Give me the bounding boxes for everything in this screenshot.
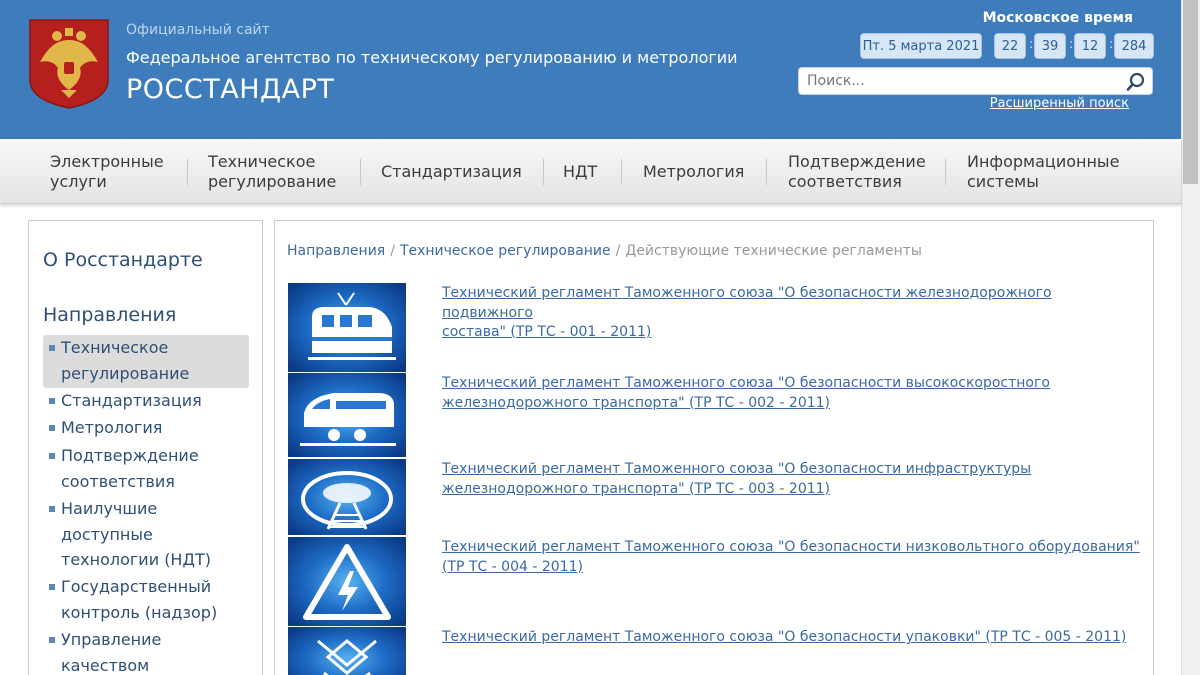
nav-label: соответствия <box>788 171 902 191</box>
regulation-link[interactable]: Технический регламент Таможенного союза … <box>442 460 1142 499</box>
nav-divider <box>187 159 188 185</box>
regulation-link-text: Технический регламент Таможенного союза … <box>442 285 1052 321</box>
regulation-link-text: Технический регламент Таможенного союза … <box>442 539 1140 555</box>
time-minutes: 39 <box>1034 33 1066 59</box>
nav-divider <box>766 159 767 185</box>
regulation-link-text: состава" (ТР ТС - 001 - 2011) <box>442 324 652 340</box>
high-speed-train-icon[interactable] <box>288 373 406 457</box>
bullet-icon <box>49 506 55 512</box>
sidebar-item-label: соответствия <box>61 471 175 491</box>
time-separator: : <box>1029 37 1034 52</box>
nav-divider <box>621 159 622 185</box>
site-label: Официальный сайт <box>126 22 270 38</box>
nav-item-metrology[interactable]: Метрология <box>643 139 744 204</box>
sidebar-item-label: доступные <box>61 524 153 544</box>
package-icon[interactable] <box>288 627 406 675</box>
nav-item-ndt[interactable]: НДТ <box>563 139 597 204</box>
nav-label: системы <box>967 171 1039 191</box>
search-input[interactable] <box>798 67 1153 95</box>
bullet-icon <box>49 398 55 404</box>
sidebar: О Росстандарте Направления Техническое р… <box>28 220 263 675</box>
time-separator: : <box>1109 37 1114 52</box>
sidebar-item-tech-regulation[interactable]: Техническое регулирование <box>43 335 249 388</box>
nav-divider <box>945 159 946 185</box>
bullet-icon <box>49 425 55 431</box>
sidebar-item-label: Стандартизация <box>61 391 202 410</box>
regulation-link[interactable]: Технический регламент Таможенного союза … <box>442 538 1142 577</box>
breadcrumb: Направления / Техническое регулирование / Де… <box>287 243 922 259</box>
time-milliseconds: 284 <box>1114 33 1154 59</box>
sidebar-item-label: Управление <box>61 630 162 649</box>
sidebar-item-state-control[interactable]: Государственный контроль (надзор) <box>43 574 249 625</box>
regulation-link-text: Технический регламент Таможенного союза … <box>442 461 1032 477</box>
breadcrumb-separator: / <box>390 243 395 259</box>
time-hours: 22 <box>994 33 1026 59</box>
regulation-link[interactable]: Технический регламент Таможенного союза … <box>442 284 1142 343</box>
nav-label: Электронные <box>50 151 164 171</box>
nav-item-e-services[interactable]: Электронные услуги <box>50 139 164 204</box>
nav-divider <box>360 159 361 185</box>
regulation-link[interactable]: Технический регламент Таможенного союза … <box>442 628 1142 648</box>
nav-item-conformity[interactable]: Подтверждение соответствия <box>788 139 926 204</box>
sidebar-item-conformity[interactable]: Подтверждение соответствия <box>43 443 249 494</box>
nav-label: Метрология <box>643 161 745 181</box>
breadcrumb-link[interactable]: Техническое регулирование <box>400 243 611 259</box>
sidebar-about-link[interactable]: О Росстандарте <box>43 249 203 271</box>
sidebar-item-label: Метрология <box>61 418 163 437</box>
regulation-link[interactable]: Технический регламент Таможенного союза … <box>442 374 1142 413</box>
sidebar-item-label: контроль (надзор) <box>61 602 218 622</box>
main-content: Направления / Техническое регулирование / Де… <box>274 220 1154 675</box>
sidebar-item-metrology[interactable]: Метрология <box>43 415 249 441</box>
regulation-link-text: железнодорожного транспорта" (ТР ТС - 00… <box>442 480 831 497</box>
high-voltage-icon[interactable] <box>288 537 406 626</box>
nav-item-info-systems[interactable]: Информационные системы <box>967 139 1119 204</box>
sidebar-item-label: регулирование <box>61 363 190 383</box>
train-icon[interactable] <box>288 283 406 372</box>
sidebar-item-label: технологии (НДТ) <box>61 550 211 569</box>
nav-label: Подтверждение <box>788 151 926 171</box>
regulation-link-text: Технический регламент Таможенного союза … <box>442 375 1050 391</box>
breadcrumb-separator: / <box>615 243 621 259</box>
sidebar-item-standardization[interactable]: Стандартизация <box>43 388 249 414</box>
railway-tunnel-icon[interactable] <box>288 459 406 535</box>
site-header: Официальный сайт Федеральное агентство п… <box>0 0 1181 139</box>
main-nav: Электронные услуги Техническое регулирован… <box>0 139 1181 204</box>
sidebar-item-label: Наилучшие <box>61 499 158 518</box>
sidebar-item-label: Государственный <box>61 577 212 596</box>
scrollbar-thumb[interactable] <box>1183 0 1198 184</box>
search-icon[interactable] <box>1126 72 1146 92</box>
moscow-time-label: Московское время <box>982 10 1133 26</box>
nav-label: Стандартизация <box>381 161 522 181</box>
breadcrumb-link[interactable]: Направления <box>287 243 385 259</box>
sidebar-item-ndt[interactable]: Наилучшие доступные технологии (НДТ) <box>43 496 249 573</box>
time-separator: : <box>1069 37 1074 52</box>
nav-label: регулирование <box>208 171 337 191</box>
bullet-icon <box>49 453 55 459</box>
bullet-icon <box>49 584 55 590</box>
nav-item-tech-regulation[interactable]: Техническое регулирование <box>208 139 336 204</box>
date-display: Пт. 5 марта 2021 <box>860 33 982 59</box>
nav-label: услуги <box>50 171 107 191</box>
nav-label: Техническое <box>208 151 316 171</box>
time-seconds: 12 <box>1074 33 1106 59</box>
bullet-icon <box>49 345 55 351</box>
nav-divider <box>543 159 544 185</box>
sidebar-item-label: качеством <box>61 655 150 675</box>
sidebar-item-label: Подтверждение <box>61 446 199 465</box>
sidebar-directions-heading[interactable]: Направления <box>43 304 176 326</box>
nav-label: НДТ <box>563 161 598 181</box>
regulation-link-text: железнодорожного транспорта" (ТР ТС - 00… <box>442 394 831 411</box>
nav-label: Информационные <box>967 151 1120 171</box>
sidebar-item-label: Техническое <box>61 338 169 357</box>
breadcrumb-current: Действующие технические регламенты <box>625 243 922 259</box>
sidebar-item-quality[interactable]: Управление качеством <box>43 627 249 675</box>
bullet-icon <box>49 637 55 643</box>
brand-title[interactable]: РОССТАНДАРТ <box>126 74 334 105</box>
regulation-link-text: Технический регламент Таможенного союза … <box>442 629 1127 645</box>
coat-of-arms-icon[interactable] <box>28 18 110 110</box>
advanced-search-link[interactable]: Расширенный поиск <box>990 96 1129 111</box>
regulation-link-text: (ТР ТС - 004 - 2011) <box>442 558 583 575</box>
nav-item-standardization[interactable]: Стандартизация <box>381 139 522 204</box>
agency-name: Федеральное агентство по техническому ре… <box>126 48 738 67</box>
